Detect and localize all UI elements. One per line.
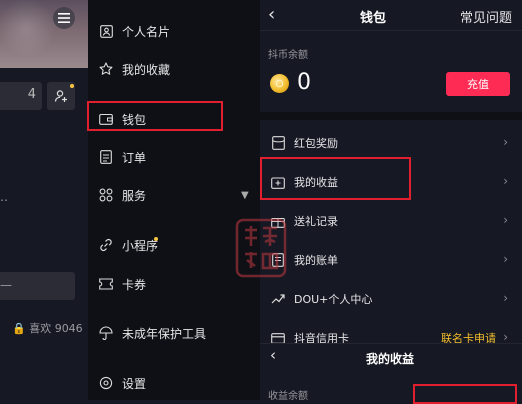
coin-icon — [270, 74, 289, 93]
drawer-item-label: 订单 — [122, 150, 147, 165]
umbrella-icon — [98, 325, 114, 341]
drawer-item-label: 卡券 — [122, 277, 147, 292]
wallet-highlight-box — [87, 101, 223, 131]
wallet-row-gift-records[interactable]: 送礼记录 › — [260, 206, 522, 236]
drawer-item-label: 个人名片 — [122, 24, 171, 39]
star-icon — [98, 61, 114, 77]
wallet-row-label: DOU+个人中心 — [294, 293, 373, 306]
income-highlight-box — [260, 157, 411, 200]
drawer-item-minor-protection[interactable]: 未成年保护工具 — [88, 321, 260, 345]
profile-panel — [0, 0, 88, 400]
drawer-item-label: 设置 — [122, 376, 147, 391]
profile-cover-image — [0, 0, 88, 68]
wallet-row-label: 送礼记录 — [294, 215, 338, 228]
chevron-right-icon: › — [503, 291, 508, 305]
ticket-icon — [98, 276, 114, 292]
divider — [260, 30, 522, 31]
coin-balance-value: 0 — [297, 70, 311, 95]
order-icon — [98, 149, 114, 165]
trend-icon — [270, 291, 286, 307]
hamburger-icon — [58, 13, 70, 23]
wallet-row-label: 红包奖励 — [294, 137, 338, 150]
chevron-right-icon: › — [503, 174, 508, 188]
id-card-icon — [98, 23, 114, 39]
chevron-right-icon: › — [503, 330, 508, 344]
wallet-row-label: 我的账单 — [294, 254, 338, 267]
income-highlight-box — [413, 384, 517, 404]
chevron-right-icon: › — [503, 213, 508, 227]
caret-down-icon[interactable]: ▼ — [241, 190, 249, 201]
faq-link[interactable]: 常见问题 — [460, 7, 512, 26]
notification-dot — [70, 84, 74, 88]
gear-icon — [98, 375, 114, 391]
link-icon — [98, 237, 114, 253]
wallet-title: 钱包 — [360, 11, 387, 26]
search-fragment: — — [0, 278, 12, 292]
chevron-right-icon: › — [503, 135, 508, 149]
red-packet-icon — [270, 135, 286, 151]
drawer-item-label: 未成年保护工具 — [122, 326, 207, 341]
grid-icon — [98, 187, 114, 203]
drawer-item-orders[interactable]: 订单 — [88, 145, 260, 169]
notification-dot — [154, 237, 158, 241]
side-drawer: 个人名片 我的收藏 钱包 订单 服务 小程序 卡券 未成年保护工具 设置 — [88, 0, 260, 400]
menu-button[interactable] — [53, 7, 75, 29]
back-arrow-icon[interactable]: ‹ — [268, 4, 275, 25]
income-title: 我的收益 — [366, 352, 415, 366]
edit-profile-button[interactable]: 4 — [0, 82, 42, 110]
drawer-item-label: 小程序 — [122, 238, 159, 253]
drawer-item-settings[interactable]: 设置 — [88, 371, 260, 395]
wallet-row-bills[interactable]: 我的账单 › — [260, 245, 522, 275]
drawer-item-profile-card[interactable]: 个人名片 — [88, 19, 260, 43]
profile-bio-fragment: … — [0, 190, 8, 204]
likes-count[interactable]: 🔒 喜欢 9046 — [12, 320, 83, 336]
add-user-icon — [54, 90, 67, 102]
back-arrow-icon[interactable]: ‹ — [270, 346, 276, 364]
section-divider — [260, 112, 522, 120]
drawer-item-label: 服务 — [122, 188, 147, 203]
edit-profile-label: 4 — [27, 87, 36, 102]
recharge-button[interactable]: 充值 — [446, 72, 510, 96]
drawer-item-services[interactable]: 服务 — [88, 183, 260, 207]
profile-search-bar[interactable]: — — [0, 272, 75, 300]
drawer-item-favorites[interactable]: 我的收藏 — [88, 57, 260, 81]
watermark-stamp — [235, 218, 287, 278]
coin-balance-label: 抖币余额 — [268, 50, 308, 61]
wallet-row-dou-plus[interactable]: DOU+个人中心 › — [260, 284, 522, 314]
chevron-right-icon: › — [503, 252, 508, 266]
wallet-row-red-packet[interactable]: 红包奖励 › — [260, 128, 522, 158]
drawer-item-label: 我的收藏 — [122, 62, 171, 77]
